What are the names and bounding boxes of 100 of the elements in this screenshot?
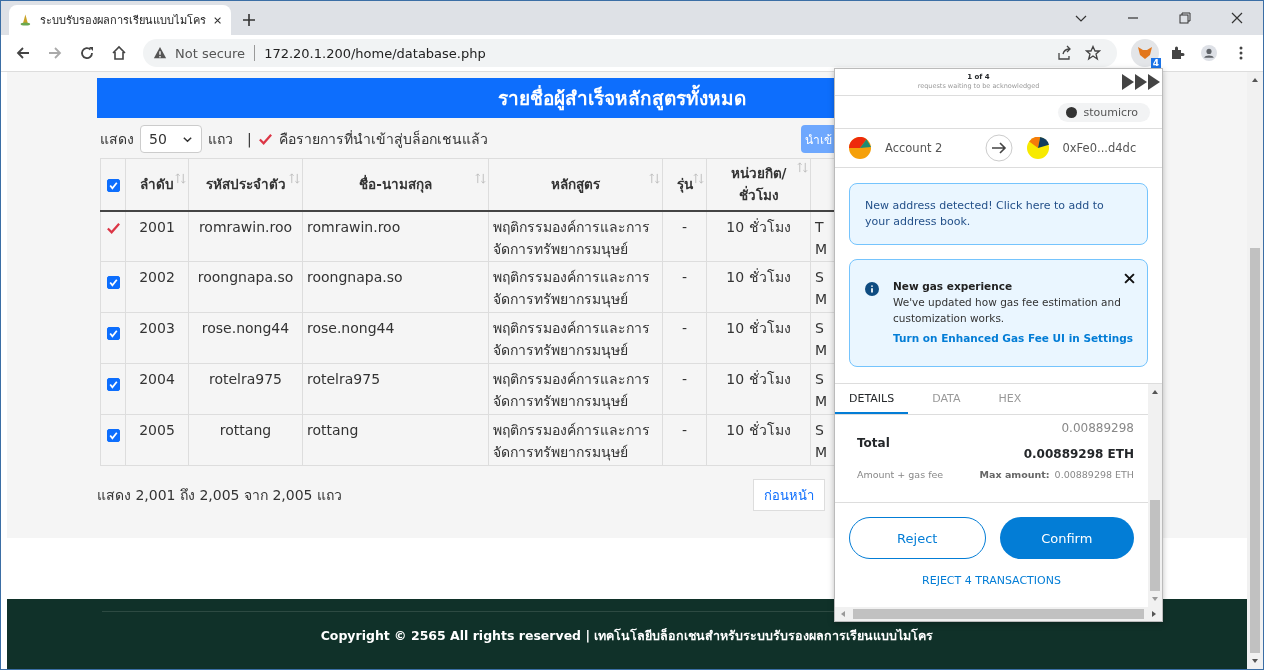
warning-icon <box>153 46 167 60</box>
table-cell: rotelra975 <box>307 371 381 387</box>
share-icon[interactable] <box>1057 45 1073 61</box>
table-cell-text: T M <box>815 217 829 259</box>
table-cell-text: S M <box>815 370 829 411</box>
max-amount-label: Max amount: <box>979 469 1050 480</box>
scroll-down-icon[interactable] <box>1251 657 1259 665</box>
arrow-right-icon <box>984 134 1013 162</box>
account-name: Account 2 <box>885 141 943 155</box>
table-cell: roongnapa.so <box>307 269 403 285</box>
table-cell: 2004 <box>139 371 175 387</box>
reject-button[interactable]: Reject <box>849 517 986 559</box>
new-tab-icon[interactable] <box>243 14 255 26</box>
summary-text: แสดง 2,001 ถึง 2,005 จาก 2,005 แถว <box>97 486 342 505</box>
scroll-up-icon[interactable] <box>1251 76 1259 84</box>
show-label: แสดง <box>100 130 134 149</box>
table-cell: roongnapa.so <box>197 269 294 285</box>
row-checkbox[interactable] <box>106 275 120 289</box>
popup-scrollbar[interactable] <box>1148 384 1162 607</box>
browser-tab[interactable]: ระบบรับรองผลการเรียนแบบไมโคร <box>9 5 231 35</box>
table-cell: 2003 <box>139 320 175 336</box>
table-cell-text: พฤติกรรมองค์การและการ จัดการทรัพยากรมนุษย์ <box>493 421 651 463</box>
recipient-avatar <box>1026 137 1049 159</box>
table-cell-text: พฤติกรรมองค์การและการ จัดการทรัพยากรมนุษย์ <box>493 268 651 310</box>
gas-text: We've updated how gas fee estimation and customization works. <box>893 295 1122 326</box>
previous-page-button[interactable]: ก่อนหน้า <box>753 479 825 511</box>
security-label: Not secure <box>175 45 246 61</box>
table-cell: romrawin.roo <box>307 218 401 235</box>
column-header[interactable]: รุ่น <box>676 173 693 196</box>
back-arrow-icon[interactable] <box>15 45 31 61</box>
row-checkbox[interactable] <box>106 326 120 340</box>
table-cell-text: พฤติกรรมองค์การและการ จัดการทรัพยากรมนุษย์ <box>493 319 651 361</box>
table-cell: - <box>681 371 688 387</box>
table-cell: 2005 <box>139 422 175 438</box>
scroll-up-icon[interactable] <box>1151 388 1159 396</box>
account-avatar <box>849 137 871 159</box>
table-cell: 10 ชั่วโมง <box>726 422 791 438</box>
popup-horizontal-scrollbar[interactable] <box>835 607 1162 621</box>
table-cell: rose.nong44 <box>201 320 290 336</box>
table-cell: rose.nong44 <box>307 320 395 336</box>
table-cell: 10 ชั่วโมง <box>726 218 791 235</box>
column-header[interactable]: ชื่อ-นามสกุล <box>359 173 432 196</box>
amount-value: 0.00889298 <box>1061 421 1134 435</box>
table-cell-text: S M <box>815 319 829 360</box>
profile-icon[interactable] <box>1201 45 1217 61</box>
table-cell: romrawin.roo <box>198 218 293 235</box>
fox-extension-button[interactable]: 4 <box>1131 39 1159 67</box>
detail-tab[interactable]: DETAILS <box>835 384 909 414</box>
reject-all-link[interactable]: REJECT 4 TRANSACTIONS <box>922 574 1061 587</box>
table-cell: - <box>681 218 688 235</box>
table-cell: - <box>681 320 688 336</box>
skip-forward-icon[interactable] <box>1122 72 1162 92</box>
row-checkbox[interactable] <box>106 428 120 442</box>
puzzle-icon[interactable] <box>1169 45 1185 61</box>
gas-title: New gas experience <box>893 279 1014 294</box>
select-all-checkbox[interactable] <box>106 178 120 192</box>
total-note: Amount + gas fee <box>857 469 944 480</box>
settings-link[interactable]: Turn on Enhanced Gas Fee UI in Settings <box>893 330 1133 346</box>
table-cell-text: S M <box>815 421 829 462</box>
home-icon[interactable] <box>111 45 127 61</box>
page-scrollbar[interactable] <box>1247 72 1263 669</box>
total-value: 0.00889298 ETH <box>1023 447 1134 461</box>
legend-text: คือรายการที่นำเข้าสู่บล็อกเชนแล้ว <box>278 129 488 150</box>
max-amount-value: 0.00889298 ETH <box>1054 469 1134 480</box>
tab-title: ระบบรับรองผลการเรียนแบบไมโคร <box>39 13 206 29</box>
column-header[interactable]: หลักสูตร <box>551 173 600 196</box>
table-cell: - <box>681 269 688 285</box>
table-cell: 10 ชั่วโมง <box>726 269 791 285</box>
table-cell-text: พฤติกรรมองค์การและการ จัดการทรัพยากรมนุษย์ <box>493 370 651 412</box>
close-icon[interactable] <box>1231 12 1243 24</box>
copyright-text: Copyright © 2565 All rights reserved | เทคโนโลยีบล็อกเชนสำหรับระบบรับรองผลการเรียนแบบไมโคร <box>320 627 934 645</box>
separator-text: | <box>247 131 252 147</box>
close-icon[interactable] <box>1124 273 1135 284</box>
table-cell: rottang <box>307 422 359 438</box>
table-cell: 2001 <box>139 218 175 235</box>
scroll-right-icon[interactable] <box>1150 610 1158 618</box>
table-cell: rottang <box>219 422 272 438</box>
table-cell: rotelra975 <box>208 371 283 387</box>
url-text: 172.20.1.200/home/database.php <box>264 45 486 61</box>
star-icon[interactable] <box>1085 45 1101 61</box>
site-pill: stoumicro <box>1058 102 1150 122</box>
confirm-button[interactable]: Confirm <box>999 517 1134 559</box>
address-notice[interactable]: New address detected! Click here to add to your address book. <box>849 183 1148 245</box>
table-cell: 10 ชั่วโมง <box>726 371 791 387</box>
check-mark-icon <box>257 131 273 147</box>
table-cell-text: S M <box>815 268 829 309</box>
fox-icon <box>1137 45 1153 61</box>
address-bar[interactable]: Not secure 172.20.1.200/home/database.php <box>143 39 1117 67</box>
close-icon[interactable] <box>213 15 221 25</box>
table-cell: 10 ชั่วโมง <box>726 320 791 336</box>
table-cell-text: พฤติกรรมองค์การและการ จัดการทรัพยากรมนุษย์ <box>493 217 651 260</box>
table-cell: 2002 <box>139 269 175 285</box>
page-size-dropdown[interactable]: 50 <box>140 125 202 153</box>
restore-icon[interactable] <box>1179 12 1191 24</box>
reload-icon[interactable] <box>79 45 95 61</box>
row-checkbox[interactable] <box>106 377 120 391</box>
temple-icon <box>19 12 32 28</box>
rows-label: แถว <box>208 130 233 149</box>
total-label: Total <box>857 436 890 450</box>
info-icon <box>865 282 879 296</box>
